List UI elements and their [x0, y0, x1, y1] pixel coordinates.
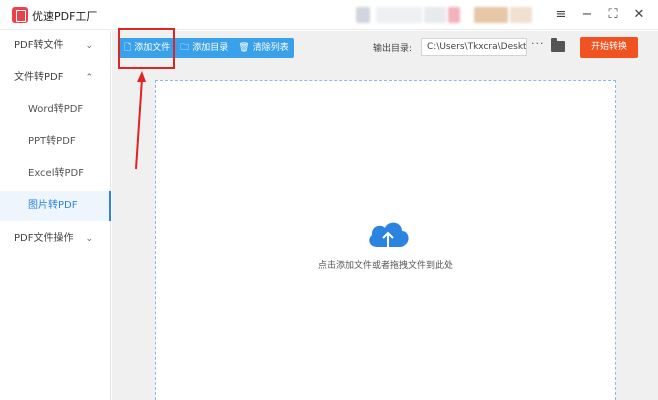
- sidebar-item-word-to-pdf[interactable]: Word转PDF: [0, 95, 111, 125]
- sidebar: PDF转文件 ⌄ 文件转PDF ⌃ Word转PDF PPT转PDF Excel…: [0, 31, 111, 400]
- add-folder-label: 添加目录: [192, 43, 229, 53]
- blurred-account-area: [376, 7, 422, 23]
- chevron-down-icon: ⌄: [85, 234, 93, 244]
- chevron-down-icon: ⌄: [85, 41, 93, 51]
- app-logo-icon: [12, 7, 28, 23]
- cloud-upload-icon: [369, 222, 409, 251]
- sidebar-item-excel-to-pdf[interactable]: Excel转PDF: [0, 159, 111, 189]
- main-panel: 🗋 添加文件 🗀 添加目录 🗑 清除列表 输出目录: C:\Users\Tkxc…: [112, 28, 658, 400]
- annotation-highlight-box: [118, 28, 175, 69]
- sidebar-group-label: 文件转PDF: [14, 72, 64, 83]
- open-folder-icon[interactable]: [551, 38, 565, 52]
- browse-more-button[interactable]: ···: [531, 37, 545, 50]
- blurred-account-area: [424, 7, 446, 23]
- sidebar-item-image-to-pdf[interactable]: 图片转PDF: [0, 191, 111, 221]
- minimize-icon[interactable]: −: [577, 5, 597, 25]
- folder-outline-icon: 🗀: [180, 43, 190, 53]
- app-title: 优速PDF工厂: [32, 10, 98, 23]
- sidebar-group-label: PDF文件操作: [14, 233, 74, 244]
- maximize-icon[interactable]: ⛶: [603, 5, 623, 25]
- sidebar-group-pdf-to-file[interactable]: PDF转文件 ⌄: [0, 31, 111, 61]
- add-folder-button[interactable]: 🗀 添加目录: [175, 38, 233, 58]
- start-conversion-button[interactable]: 开始转换: [580, 37, 638, 58]
- sidebar-group-pdf-operations[interactable]: PDF文件操作 ⌄: [0, 224, 111, 254]
- file-drop-zone[interactable]: 点击添加文件或者拖拽文件到此处: [155, 80, 616, 400]
- clear-list-label: 清除列表: [252, 43, 289, 53]
- blurred-account-area: [448, 7, 460, 23]
- output-directory-label: 输出目录:: [373, 44, 413, 54]
- sidebar-item-ppt-to-pdf[interactable]: PPT转PDF: [0, 127, 111, 157]
- blurred-user-name: [510, 7, 532, 23]
- close-icon[interactable]: ✕: [629, 5, 649, 25]
- blurred-user-avatar: [474, 7, 508, 23]
- title-bar: 优速PDF工厂 ≡ − ⛶ ✕: [0, 0, 658, 30]
- blurred-account-area: [356, 7, 370, 23]
- sidebar-group-label: PDF转文件: [14, 40, 64, 51]
- drop-hint-text: 点击添加文件或者拖拽文件到此处: [317, 261, 453, 271]
- trash-icon: 🗑: [238, 43, 250, 53]
- output-directory-input[interactable]: C:\Users\Tkxcra\Desktop: [421, 38, 527, 56]
- chevron-up-icon: ⌃: [85, 73, 93, 83]
- annotation-arrow: [135, 71, 146, 170]
- hamburger-menu-icon[interactable]: ≡: [551, 5, 571, 25]
- sidebar-group-file-to-pdf[interactable]: 文件转PDF ⌃: [0, 63, 111, 93]
- clear-list-button[interactable]: 🗑 清除列表: [233, 38, 293, 58]
